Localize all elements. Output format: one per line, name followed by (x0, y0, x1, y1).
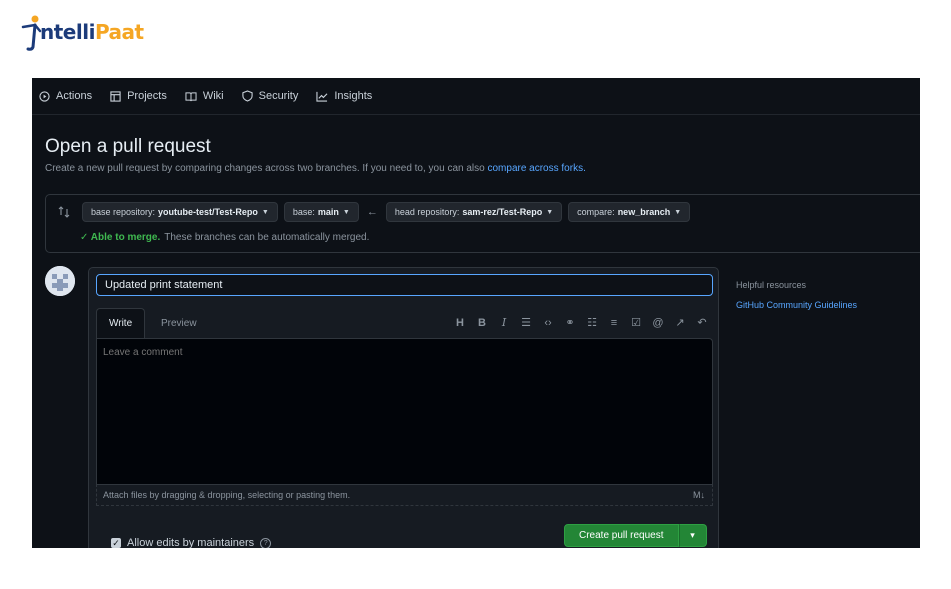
bulleted-list-icon[interactable]: ☷ (586, 316, 598, 329)
nav-wiki[interactable]: Wiki (185, 90, 224, 102)
task-list-icon[interactable]: ☑ (630, 316, 642, 329)
create-pull-request-button[interactable]: Create pull request (564, 524, 679, 547)
base-prefix: base: (292, 207, 315, 217)
table-icon (110, 90, 121, 102)
merge-status: ✓ Able to merge. These branches can be a… (80, 232, 369, 243)
base-branch-select[interactable]: base: main ▼ (283, 202, 359, 222)
identicon-icon (45, 266, 75, 296)
base-repo-prefix: base repository: (91, 207, 156, 217)
logo-text-main: ntelli (40, 20, 95, 44)
subtitle-text: Create a new pull request by comparing c… (45, 163, 485, 174)
compare-box: base repository: youtube-test/Test-Repo ▼ … (45, 194, 920, 253)
mention-icon[interactable]: @ (652, 317, 664, 329)
create-pr-button-group: Create pull request ▾ (564, 524, 707, 547)
avatar[interactable] (45, 266, 75, 296)
markdown-toolbar: H B I ☰ ‹› ⚭ ☷ ≡ ☑ @ ↗ ↶ (444, 316, 708, 329)
numbered-list-icon[interactable]: ≡ (608, 317, 620, 329)
compare-across-forks-link[interactable]: compare across forks. (487, 163, 585, 174)
compare-branch-select[interactable]: compare: new_branch ▼ (568, 202, 691, 222)
nav-insights-label: Insights (334, 90, 373, 102)
base-repo-value: youtube-test/Test-Repo (158, 207, 258, 217)
logo-text-accent: Paat (94, 20, 144, 44)
tab-write[interactable]: Write (96, 308, 146, 338)
page-title: Open a pull request (45, 136, 211, 157)
nav-security-label: Security (258, 90, 299, 102)
nav-actions-label: Actions (56, 90, 93, 102)
page-subtitle: Create a new pull request by comparing c… (45, 163, 586, 174)
caret-down-icon: ▼ (261, 208, 269, 216)
head-repo-prefix: head repository: (394, 207, 460, 217)
base-branch-value: main (317, 207, 339, 217)
pr-title-input[interactable] (96, 274, 713, 296)
create-options-dropdown[interactable]: ▾ (678, 524, 707, 547)
nav-insights[interactable]: Insights (316, 90, 372, 102)
tab-preview[interactable]: Preview (149, 308, 209, 338)
caret-down-icon: ▼ (342, 208, 350, 216)
compare-prefix: compare: (577, 207, 615, 217)
nav-actions[interactable]: Actions (39, 90, 92, 102)
link-icon[interactable]: ⚭ (564, 316, 576, 329)
able-to-merge-label: ✓ Able to merge. (80, 232, 161, 243)
markdown-icon: M↓ (693, 490, 705, 500)
caret-down-icon: ▼ (674, 208, 682, 216)
undo-icon[interactable]: ↶ (696, 316, 708, 329)
community-guidelines-link[interactable]: GitHub Community Guidelines (736, 300, 857, 310)
pull-request-form: Write Preview H B I ☰ ‹› ⚭ ☷ ≡ ☑ @ ↗ ↶ A… (88, 267, 719, 548)
merge-note: These branches can be automatically merg… (164, 232, 370, 243)
intellipaat-logo: ntelliPaat (20, 12, 144, 52)
head-repo-value: sam-rez/Test-Repo (462, 207, 543, 217)
heading-icon[interactable]: H (454, 317, 466, 329)
quote-icon[interactable]: ☰ (520, 316, 532, 329)
book-icon (185, 91, 197, 101)
compare-branch-value: new_branch (617, 207, 671, 217)
caret-down-icon: ▾ (690, 530, 695, 540)
helpful-resources: Helpful resources GitHub Community Guide… (736, 280, 857, 310)
shield-icon (241, 90, 253, 102)
branch-selectors: base repository: youtube-test/Test-Repo ▼ … (58, 202, 696, 222)
nav-security[interactable]: Security (241, 90, 299, 102)
nav-wiki-label: Wiki (202, 90, 224, 102)
comment-textarea[interactable] (96, 338, 713, 484)
compare-arrows-icon (58, 206, 70, 218)
attach-files-text: Attach files by dragging & dropping, sel… (103, 490, 351, 500)
italic-icon[interactable]: I (498, 316, 510, 329)
code-icon[interactable]: ‹› (542, 317, 554, 329)
bold-icon[interactable]: B (476, 317, 488, 329)
helpful-resources-title: Helpful resources (736, 280, 807, 290)
nav-projects-label: Projects (127, 90, 167, 102)
left-arrow-icon: ← (366, 206, 378, 218)
question-icon[interactable]: ? (260, 537, 272, 548)
github-screen: Actions Projects Wiki Security Insights … (32, 78, 920, 548)
graph-icon (316, 91, 328, 102)
head-repository-select[interactable]: head repository: sam-rez/Test-Repo ▼ (385, 202, 563, 222)
base-repository-select[interactable]: base repository: youtube-test/Test-Repo ▼ (82, 202, 278, 222)
allow-edits-label: Allow edits by maintainers (127, 537, 255, 548)
allow-edits-checkbox[interactable]: ✓ (111, 538, 121, 548)
reference-icon[interactable]: ↗ (674, 316, 686, 329)
repo-nav: Actions Projects Wiki Security Insights (32, 78, 920, 115)
play-circle-icon (39, 90, 50, 102)
attach-files-bar[interactable]: Attach files by dragging & dropping, sel… (96, 484, 713, 506)
allow-edits-row: ✓ Allow edits by maintainers ? (111, 537, 272, 548)
nav-projects[interactable]: Projects (110, 90, 167, 102)
caret-down-icon: ▼ (546, 208, 554, 216)
